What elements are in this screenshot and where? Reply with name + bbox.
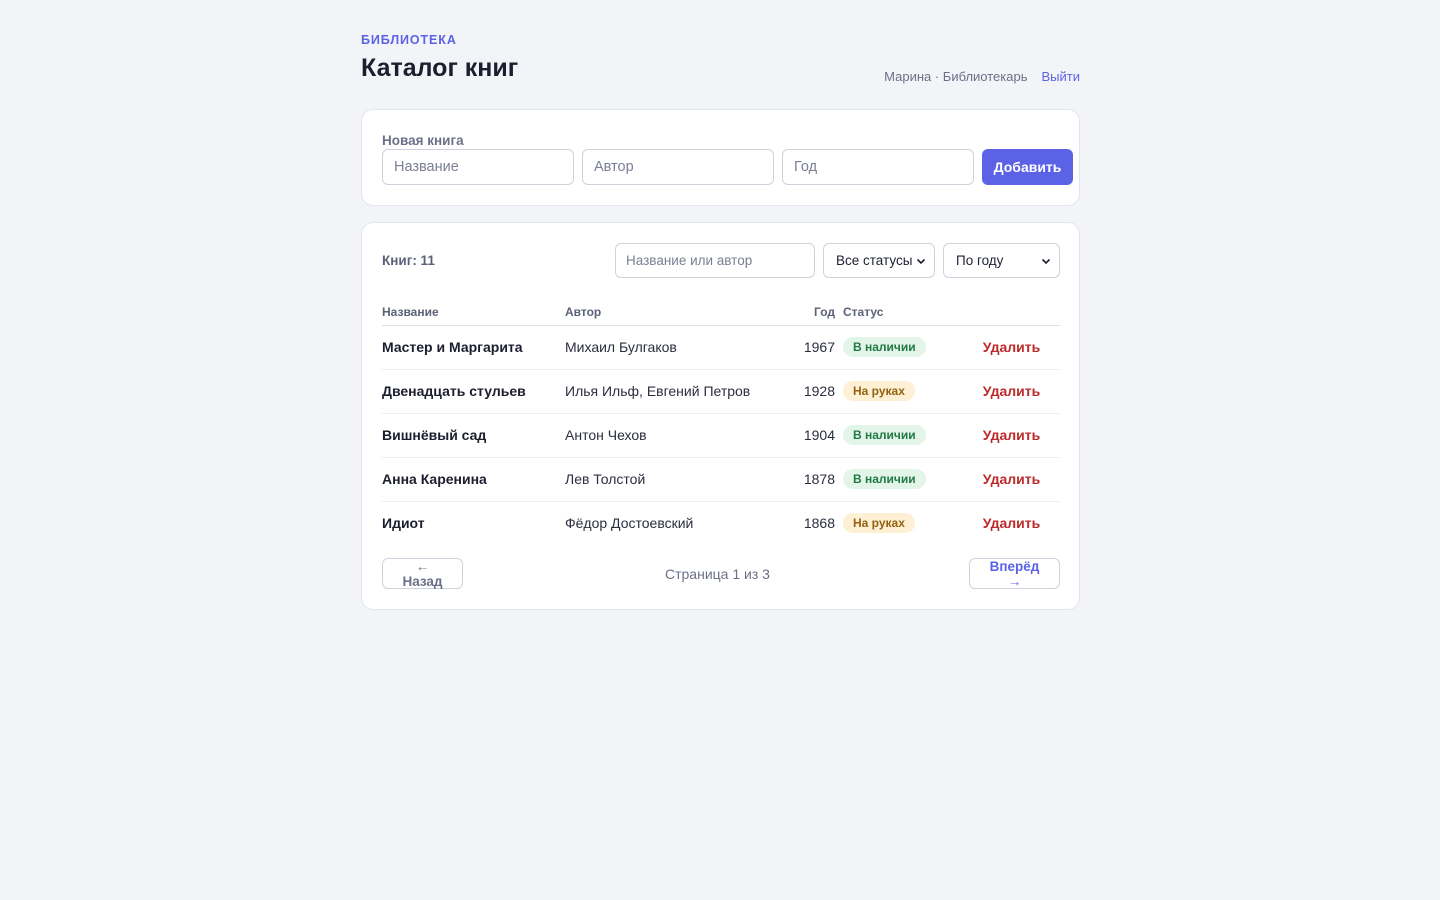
book-author: Антон Чехов xyxy=(565,413,795,458)
app-eyebrow: БИБЛИОТЕКА xyxy=(361,33,457,47)
delete-button[interactable]: Удалить xyxy=(983,515,1040,531)
book-list-card: Книг: 11 Все статусы По году Название Ав… xyxy=(361,222,1080,610)
book-title: Мастер и Маргарита xyxy=(382,325,565,370)
table-header-row: Название Автор Год Статус xyxy=(382,299,1060,326)
chevron-down-icon xyxy=(916,258,926,264)
status-badge: На руках xyxy=(843,513,915,534)
status-badge: В наличии xyxy=(843,337,926,357)
book-title: Вишнёвый сад xyxy=(382,413,565,458)
book-year: 1967 xyxy=(795,325,843,370)
status-badge: В наличии xyxy=(843,425,926,445)
status-filter-value: Все статусы xyxy=(836,253,913,268)
book-year: 1868 xyxy=(803,515,835,532)
delete-button[interactable]: Удалить xyxy=(983,339,1040,355)
column-header-status[interactable]: Статус xyxy=(843,299,963,326)
status-badge: На руках xyxy=(843,381,915,401)
status-badge: В наличии xyxy=(843,469,926,489)
book-year: 1878 xyxy=(795,457,843,502)
book-author: Лев Толстой xyxy=(565,457,795,502)
table-row: Анна Каренина Лев Толстой 1878 В наличии… xyxy=(382,457,1060,502)
status-filter-select[interactable]: Все статусы xyxy=(823,243,935,278)
search-input[interactable] xyxy=(615,243,815,278)
book-title: Двенадцать стульев xyxy=(382,369,565,414)
table-row: Вишнёвый сад Антон Чехов 1904 В наличии … xyxy=(382,413,1060,458)
sort-select[interactable]: По году xyxy=(943,243,1060,278)
table-row: Двенадцать стульев Илья Ильф, Евгений Пе… xyxy=(382,369,1060,414)
page-title: Каталог книг xyxy=(361,54,519,82)
add-book-button[interactable]: Добавить xyxy=(982,149,1073,185)
new-year-input[interactable] xyxy=(782,149,974,185)
sort-value: По году xyxy=(956,253,1004,268)
book-count: Книг: 11 xyxy=(382,253,435,268)
new-book-label: Новая книга xyxy=(382,133,464,148)
table-row: Мастер и Маргарита Михаил Булгаков 1967 … xyxy=(382,325,1060,370)
page-indicator: Страница 1 из 3 xyxy=(665,566,770,582)
books-table: Название Автор Год Статус Мастер и Марга… xyxy=(382,299,1060,545)
logout-link[interactable]: Выйти xyxy=(1042,69,1081,84)
delete-button[interactable]: Удалить xyxy=(983,471,1040,487)
new-title-input[interactable] xyxy=(382,149,574,185)
chevron-down-icon xyxy=(1041,258,1051,264)
next-page-button[interactable]: Вперёд → xyxy=(969,558,1060,589)
user-bar: Марина · Библиотекарь Выйти xyxy=(884,69,1080,84)
prev-page-button[interactable]: ← Назад xyxy=(382,558,463,589)
new-author-input[interactable] xyxy=(582,149,774,185)
column-header-title[interactable]: Название xyxy=(382,299,565,326)
book-author: Михаил Булгаков xyxy=(565,325,795,370)
delete-button[interactable]: Удалить xyxy=(983,427,1040,443)
column-header-author[interactable]: Автор xyxy=(565,299,795,326)
current-user: Марина · Библиотекарь xyxy=(884,69,1028,84)
column-header-actions xyxy=(963,299,1060,326)
column-header-year[interactable]: Год xyxy=(795,299,843,326)
book-title: Анна Каренина xyxy=(382,457,565,502)
book-year: 1928 xyxy=(795,369,843,414)
book-title: Идиот xyxy=(382,515,425,532)
book-year: 1904 xyxy=(795,413,843,458)
book-author: Фёдор Достоевский xyxy=(565,515,694,532)
book-author: Илья Ильф, Евгений Петров xyxy=(565,369,795,414)
new-book-card: Новая книга Добавить xyxy=(361,109,1080,206)
table-row: Идиот Фёдор Достоевский 1868 На руках Уд… xyxy=(382,501,1060,545)
delete-button[interactable]: Удалить xyxy=(983,383,1040,399)
